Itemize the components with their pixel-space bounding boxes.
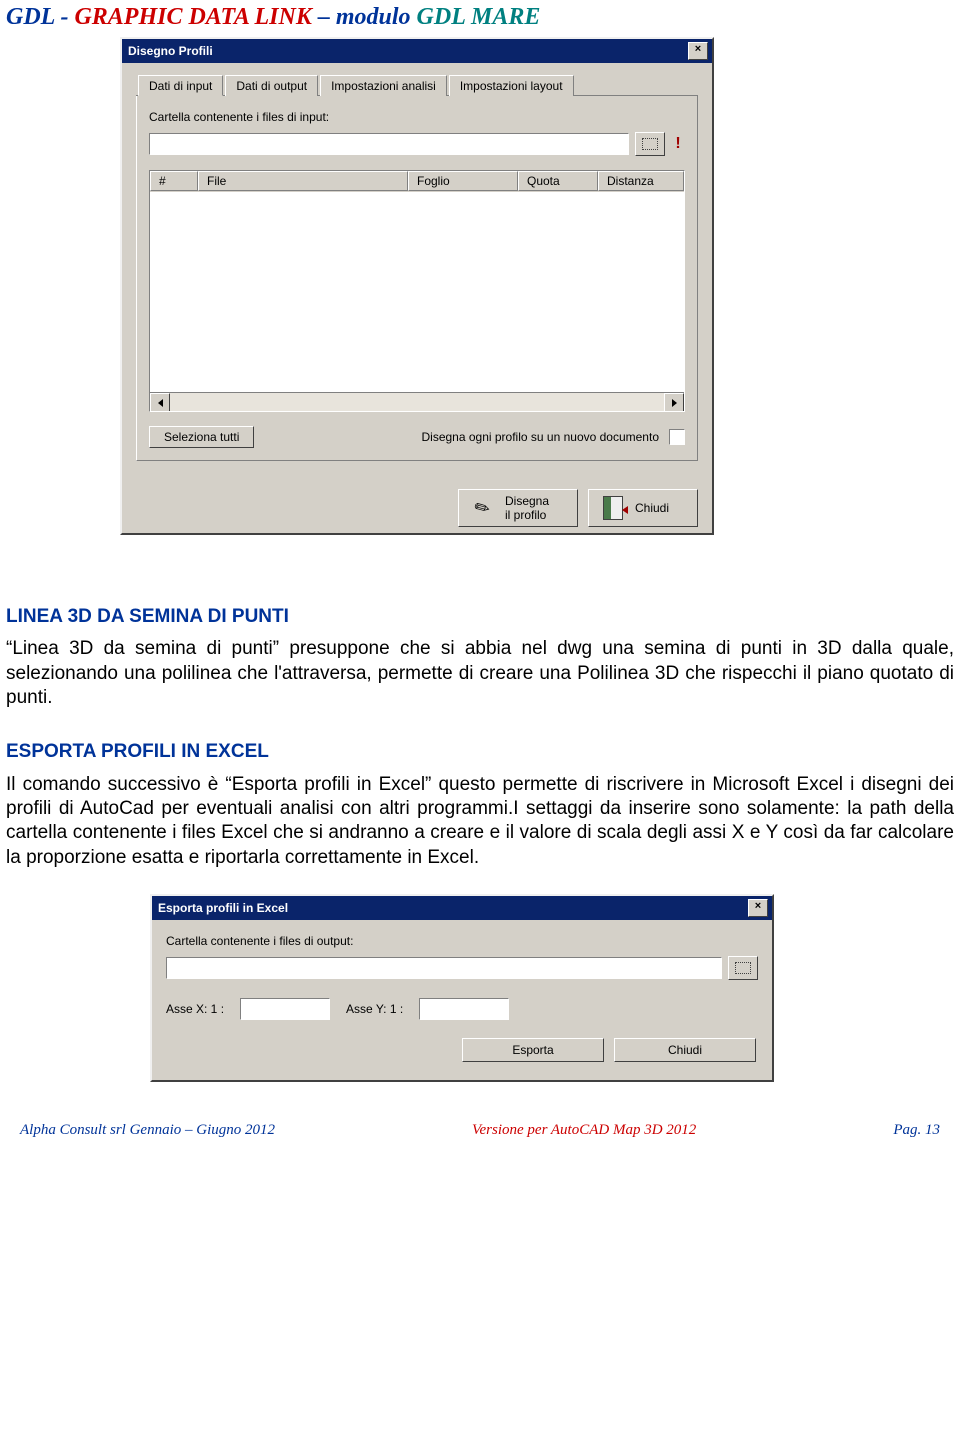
draw-btn-line1: Disegna — [505, 494, 549, 508]
title-bar[interactable]: Disegno Profili × — [122, 39, 712, 63]
window-title: Disegno Profili — [128, 44, 213, 58]
input-folder-field[interactable] — [149, 133, 629, 155]
header-gdl: GDL — [6, 4, 54, 30]
section-esporta-body: Il comando successivo è “Esporta profili… — [6, 773, 954, 870]
header-graphic: GRAPHIC — [74, 4, 182, 30]
draw-profile-button[interactable]: ✎ Disegna il profilo — [458, 489, 578, 527]
close-icon[interactable]: × — [688, 42, 708, 60]
title-bar[interactable]: Esporta profili in Excel × — [152, 896, 772, 920]
scroll-left-icon[interactable] — [150, 393, 170, 412]
output-folder-label: Cartella contenente i files di output: — [166, 934, 758, 948]
axis-x-field[interactable] — [240, 998, 330, 1020]
file-listview[interactable]: # File Foglio Quota Distanza — [149, 170, 685, 412]
tab-dati-output[interactable]: Dati di output — [225, 75, 318, 96]
col-distanza[interactable]: Distanza — [598, 171, 684, 191]
listview-hscroll[interactable] — [150, 392, 684, 411]
page-footer: Alpha Consult srl Gennaio – Giugno 2012 … — [0, 1082, 960, 1149]
browse-icon — [735, 962, 751, 974]
draw-btn-line2: il profilo — [505, 508, 549, 522]
col-file[interactable]: File — [198, 171, 408, 191]
footer-left: Alpha Consult srl Gennaio – Giugno 2012 — [20, 1122, 275, 1139]
col-foglio[interactable]: Foglio — [408, 171, 518, 191]
export-button[interactable]: Esporta — [462, 1038, 604, 1062]
section-linea3d-body: “Linea 3D da semina di punti” presuppone… — [6, 637, 954, 710]
select-all-button[interactable]: Seleziona tutti — [149, 426, 254, 448]
header-gdl-mare: GDL MARE — [417, 4, 541, 30]
header-modulo: modulo — [336, 4, 411, 30]
col-index[interactable]: # — [150, 171, 198, 191]
document-header: GDL - GRAPHIC DATA LINK – modulo GDL MAR… — [0, 0, 960, 31]
browse-icon — [642, 138, 658, 150]
tab-strip: Dati di input Dati di output Impostazion… — [136, 75, 698, 96]
tab-impostazioni-layout[interactable]: Impostazioni layout — [449, 75, 574, 96]
listview-header: # File Foglio Quota Distanza — [150, 171, 684, 192]
listview-body[interactable] — [150, 192, 684, 392]
close-label: Chiudi — [635, 501, 669, 515]
col-quota[interactable]: Quota — [518, 171, 598, 191]
section-linea3d-title: LINEA 3D DA SEMINA DI PUNTI — [6, 605, 954, 629]
axis-y-label: Asse Y: 1 : — [346, 1002, 403, 1016]
axis-x-label: Asse X: 1 : — [166, 1002, 224, 1016]
output-folder-field[interactable] — [166, 957, 722, 979]
browse-button[interactable] — [728, 956, 758, 980]
warning-icon: ! — [671, 135, 685, 153]
window-title: Esporta profili in Excel — [158, 901, 288, 915]
tab-panel: Cartella contenente i files di input: ! … — [136, 96, 698, 461]
dialog-esporta-profili: Esporta profili in Excel × Cartella cont… — [150, 894, 774, 1082]
exit-door-icon — [599, 496, 627, 520]
section-esporta-title: ESPORTA PROFILI IN EXCEL — [6, 740, 954, 764]
each-doc-checkbox[interactable] — [669, 429, 685, 445]
close-icon[interactable]: × — [748, 899, 768, 917]
footer-version: Versione per AutoCAD Map 3D 2012 — [472, 1122, 696, 1139]
each-doc-label: Disegna ogni profilo su un nuovo documen… — [422, 430, 660, 444]
tab-dati-input[interactable]: Dati di input — [138, 75, 223, 96]
close-button[interactable]: Chiudi — [588, 489, 698, 527]
tab-impostazioni-analisi[interactable]: Impostazioni analisi — [320, 75, 447, 96]
footer-page: Pag. 13 — [893, 1122, 940, 1139]
browse-button[interactable] — [635, 132, 665, 156]
close-button[interactable]: Chiudi — [614, 1038, 756, 1062]
input-folder-label: Cartella contenente i files di input: — [149, 110, 685, 124]
scroll-right-icon[interactable] — [664, 393, 684, 412]
scroll-track[interactable] — [170, 393, 664, 411]
axis-y-field[interactable] — [419, 998, 509, 1020]
header-data: DATA — [188, 4, 248, 30]
pencil-icon: ✎ — [469, 496, 497, 520]
dialog-disegno-profili: Disegno Profili × Dati di input Dati di … — [120, 37, 714, 535]
header-link: LINK — [255, 4, 312, 30]
